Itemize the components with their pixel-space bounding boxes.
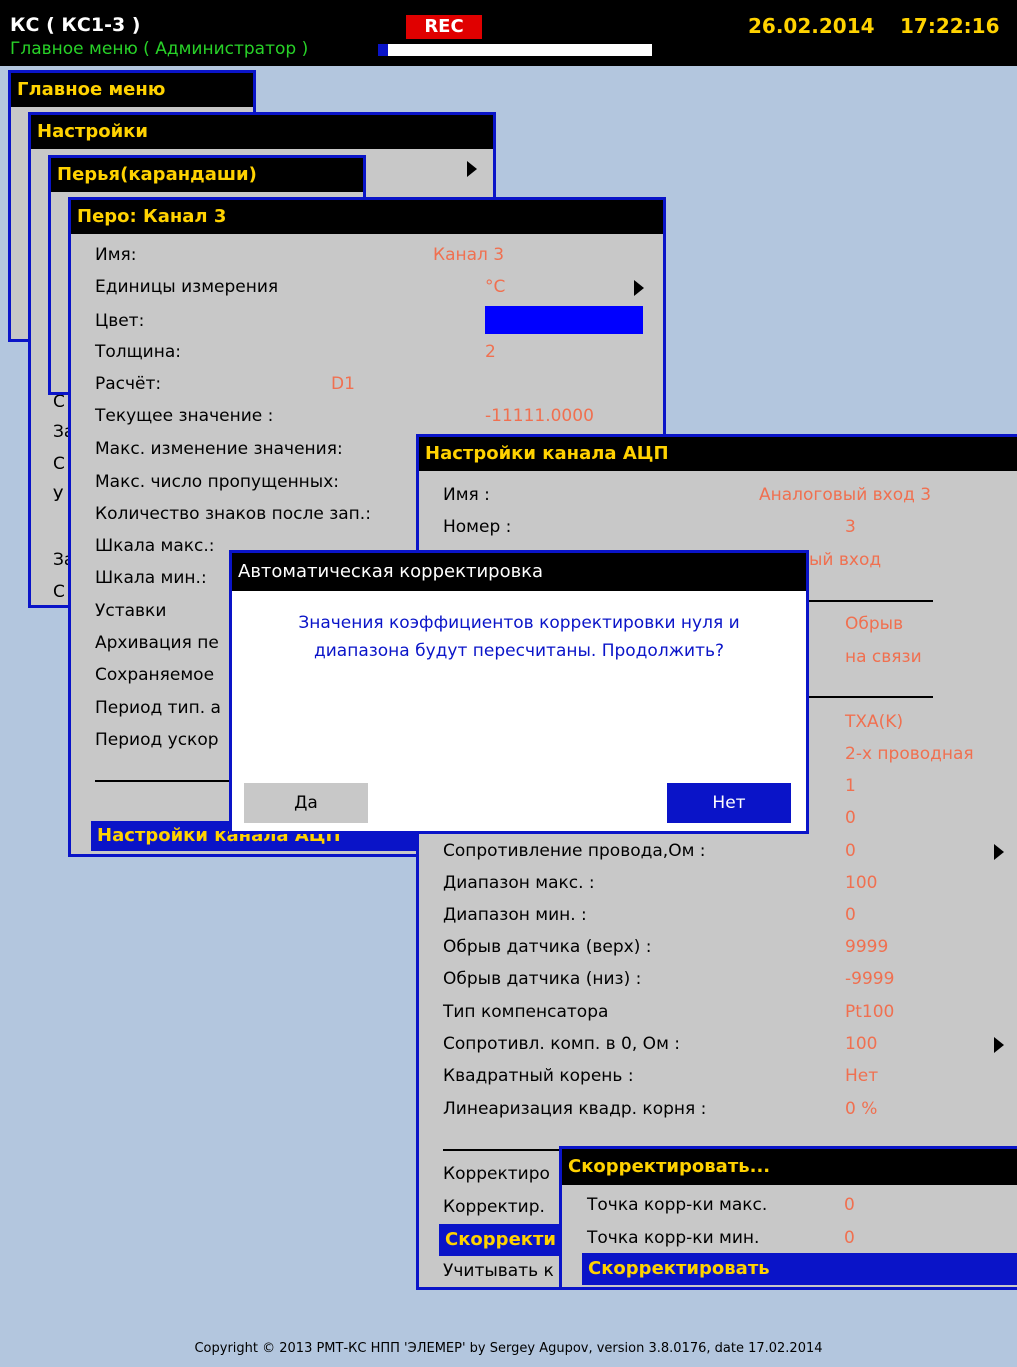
pen-current-label: Текущее значение : — [95, 406, 274, 426]
screen-subtitle: Главное меню ( Администратор ) — [10, 39, 309, 59]
adc-break-value[interactable]: Обрыв — [845, 613, 903, 635]
correct-point-min-value[interactable]: 0 — [844, 1227, 855, 1249]
submenu-arrow-icon — [994, 1037, 1004, 1053]
divider — [443, 1149, 563, 1151]
adc-break-high-value[interactable]: 9999 — [845, 936, 888, 958]
pen-name-value[interactable]: Канал 3 — [433, 244, 504, 266]
adc-sensor-value[interactable]: ТХА(K) — [845, 711, 903, 733]
copyright-footer: Copyright © 2013 РМТ-КС НПП 'ЭЛЕМЕР' by … — [194, 1341, 823, 1356]
submenu-arrow-icon — [994, 844, 1004, 860]
adc-sqrt-linear-value[interactable]: 0 % — [845, 1098, 877, 1120]
pen-calc-label: Расчёт: — [95, 374, 162, 394]
divider — [809, 696, 933, 698]
adc-correction-item[interactable]: Корректиро — [443, 1163, 550, 1185]
adc-break-low-label: Обрыв датчика (низ) : — [443, 969, 642, 989]
dialog-message: Значения коэффициентов корректировки нул… — [232, 609, 806, 665]
pen-window-title: Перо: Канал 3 — [71, 200, 663, 234]
correct-point-min-label: Точка корр-ки мин. — [587, 1228, 760, 1248]
pen-thickness-value[interactable]: 2 — [485, 341, 496, 363]
confirm-dialog: Автоматическая корректировка Значения ко… — [229, 550, 809, 834]
pen-scale-min-label: Шкала мин.: — [95, 568, 207, 588]
pen-decimals-label: Количество знаков после зап.: — [95, 504, 371, 524]
correct-point-max-value[interactable]: 0 — [844, 1194, 855, 1216]
progress-bar — [378, 44, 652, 56]
adc-wire-resistance-value[interactable]: 0 — [845, 840, 856, 862]
pen-setpoints-item[interactable]: Уставки — [95, 600, 166, 622]
submenu-arrow-icon — [467, 161, 477, 177]
pen-scale-max-label: Шкала макс.: — [95, 536, 215, 556]
settings-item-fragment[interactable]: С — [53, 453, 65, 475]
divider — [809, 600, 933, 602]
adc-name-value[interactable]: Аналоговый вход 3 — [759, 484, 931, 506]
correct-point-max-label: Точка корр-ки макс. — [587, 1195, 768, 1215]
settings-item-fragment[interactable]: С — [53, 581, 65, 603]
adc-range-max-value[interactable]: 100 — [845, 872, 877, 894]
adc-window-title: Настройки канала АЦП — [419, 437, 1017, 471]
adc-sqrt-linear-label: Линеаризация квадр. корня : — [443, 1099, 707, 1119]
adc-account-item[interactable]: Учитывать к — [443, 1260, 554, 1282]
pen-max-change-label: Макс. изменение значения: — [95, 439, 343, 459]
dialog-title: Автоматическая корректировка — [232, 553, 806, 591]
pen-color-swatch[interactable] — [485, 306, 643, 334]
adc-correction-item[interactable]: Корректир. — [443, 1196, 545, 1218]
pen-archive-item[interactable]: Архивация пе — [95, 632, 219, 654]
current-date: 26.02.2014 — [748, 14, 875, 38]
adc-number-label: Номер : — [443, 517, 512, 537]
adc-param-value[interactable]: 0 — [845, 807, 856, 829]
yes-button[interactable]: Да — [244, 783, 368, 823]
adc-name-label: Имя : — [443, 485, 490, 505]
rec-indicator: REC — [406, 15, 482, 39]
adc-range-max-label: Диапазон макс. : — [443, 873, 595, 893]
current-time: 17:22:16 — [900, 14, 1000, 38]
adc-sqrt-label: Квадратный корень : — [443, 1066, 634, 1086]
correct-action-item[interactable]: Скорректировать — [582, 1253, 1017, 1285]
adc-sqrt-value[interactable]: Нет — [845, 1065, 878, 1087]
adc-range-min-label: Диапазон мин. : — [443, 905, 587, 925]
adc-break-high-label: Обрыв датчика (верх) : — [443, 937, 652, 957]
pen-saved-item[interactable]: Сохраняемое — [95, 664, 214, 686]
adc-range-min-value[interactable]: 0 — [845, 904, 856, 926]
device-name: КС ( КС1-3 ) — [10, 14, 141, 36]
pen-period-fast-item[interactable]: Период ускор — [95, 729, 219, 751]
adc-number-value: 3 — [845, 517, 856, 537]
dialog-message-line: Значения коэффициентов корректировки нул… — [298, 613, 740, 633]
correct-window-title: Скорректировать... — [562, 1149, 1017, 1185]
pen-thickness-label: Толщина: — [95, 342, 181, 362]
pen-period-item[interactable]: Период тип. а — [95, 697, 221, 719]
adc-correct-menu-item[interactable]: Скорректи — [439, 1224, 569, 1256]
adc-wire-resistance-label: Сопротивление провода,Ом : — [443, 841, 706, 861]
pen-name-label: Имя: — [95, 245, 137, 265]
settings-item-fragment[interactable]: У — [53, 485, 63, 507]
adc-type-value[interactable]: ый вход — [809, 549, 881, 571]
adc-break-low-value[interactable]: -9999 — [845, 968, 894, 990]
correct-window: Скорректировать... Точка корр-ки макс. 0… — [559, 1146, 1017, 1290]
adc-comp-resistance-label: Сопротивл. комп. в 0, Ом : — [443, 1034, 681, 1054]
pen-max-missed-label: Макс. число пропущенных: — [95, 472, 340, 492]
main-menu-title: Главное меню — [11, 73, 253, 107]
pen-units-value[interactable]: °C — [485, 276, 505, 298]
pen-color-label: Цвет: — [95, 311, 145, 331]
pen-current-value: -11111.0000 — [485, 406, 594, 426]
no-button[interactable]: Нет — [667, 783, 791, 823]
settings-title: Настройки — [31, 115, 493, 149]
adc-link-value[interactable]: на связи — [845, 646, 922, 668]
adc-wiring-value[interactable]: 2-х проводная — [845, 743, 974, 765]
adc-compensator-value[interactable]: Pt100 — [845, 1001, 894, 1023]
adc-compensator-label: Тип компенсатора — [443, 1002, 609, 1022]
submenu-arrow-icon — [634, 280, 644, 296]
pens-title: Перья(карандаши) — [51, 158, 363, 192]
adc-comp-resistance-value[interactable]: 100 — [845, 1033, 877, 1055]
pen-units-label: Единицы измерения — [95, 277, 279, 297]
pen-calc-value[interactable]: D1 — [331, 373, 355, 395]
progress-fill — [378, 44, 388, 56]
adc-param-value[interactable]: 1 — [845, 775, 856, 797]
dialog-message-line: диапазона будут пересчитаны. Продолжить? — [313, 641, 725, 661]
